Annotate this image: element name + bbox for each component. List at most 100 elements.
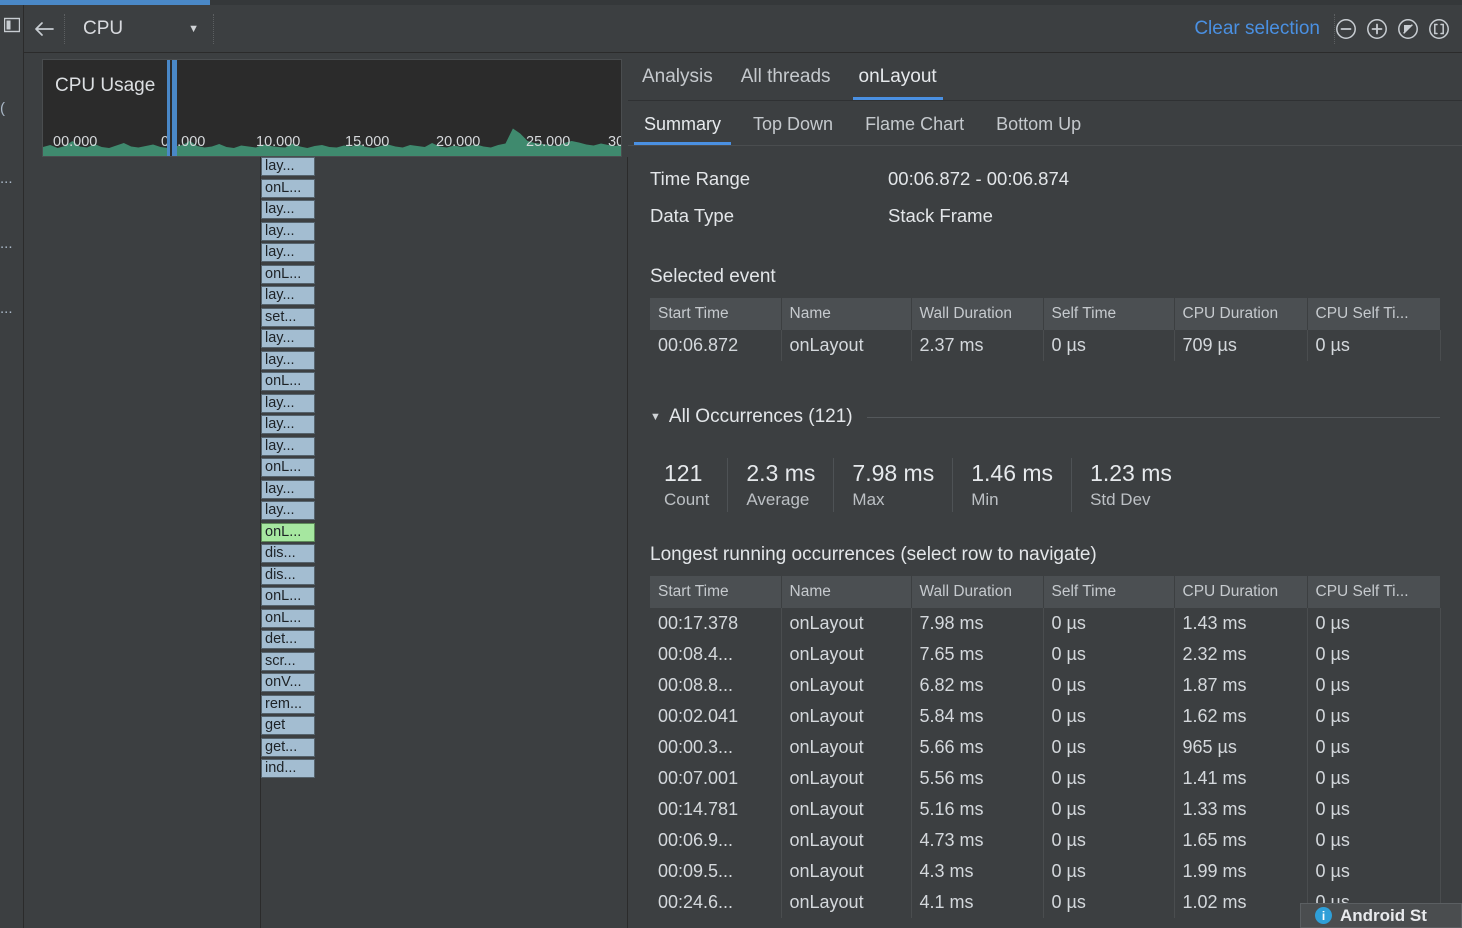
column-header[interactable]: Start Time	[650, 576, 782, 608]
stack-frame[interactable]: scr...	[261, 651, 315, 671]
selected-event-table[interactable]: Start Time Name Wall Duration Self Time CPU …	[650, 298, 1441, 361]
timeline-selection-marker[interactable]	[167, 60, 177, 156]
column-header[interactable]: Wall Duration	[911, 298, 1044, 330]
column-header[interactable]: Self Time	[1043, 576, 1175, 608]
left-tool-rail[interactable]: ) ... ... ...	[0, 5, 24, 928]
stack-frame[interactable]: get...	[261, 737, 315, 757]
stack-frame[interactable]: lay...	[261, 415, 315, 434]
stack-frame[interactable]: set...	[261, 307, 315, 327]
profiler-type-value: CPU	[83, 17, 124, 39]
stack-frame[interactable]: onL...	[261, 264, 315, 284]
reset-zoom-icon[interactable]	[1397, 18, 1419, 40]
summary-body: Time Range 00:06.872 - 00:06.874 Data Ty…	[628, 146, 1462, 928]
table-row[interactable]: 00:17.378 onLayout 7.98 ms 0 µs 1.43 ms 0 µs	[650, 608, 1441, 639]
tab-onlayout[interactable]: onLayout	[845, 66, 951, 100]
table-row[interactable]: 00:09.5... onLayout 4.3 ms 0 µs 1.99 ms 0 µs	[650, 856, 1441, 887]
stack-frame[interactable]: dis...	[261, 544, 315, 563]
table-row[interactable]: 00:14.781 onLayout 5.16 ms 0 µs 1.33 ms 0 µs	[650, 794, 1441, 825]
stack-frame[interactable]: ind...	[261, 759, 315, 778]
stack-frame-selected[interactable]: onL...	[261, 522, 315, 542]
column-header[interactable]: CPU Duration	[1174, 298, 1308, 330]
table-cell: 5.84 ms	[911, 701, 1044, 732]
stack-frame[interactable]: det...	[261, 630, 315, 649]
primary-tab-bar: Analysis All threads onLayout	[628, 53, 1462, 101]
stack-frame[interactable]: lay...	[261, 286, 315, 305]
longest-running-table[interactable]: Start Time Name Wall Duration Self Time CPU …	[650, 576, 1441, 918]
fit-selection-icon[interactable]	[1428, 18, 1450, 40]
column-header[interactable]: CPU Duration	[1174, 576, 1308, 608]
stack-frame[interactable]: lay...	[261, 501, 315, 520]
analysis-panel: Analysis All threads onLayout Summary To…	[628, 53, 1462, 928]
table-row[interactable]: 00:00.3... onLayout 5.66 ms 0 µs 965 µs 0 µs	[650, 732, 1441, 763]
stack-frame[interactable]: rem...	[261, 694, 315, 714]
tab-flame-chart[interactable]: Flame Chart	[849, 114, 980, 145]
column-header[interactable]: Self Time	[1043, 298, 1175, 330]
tab-bottom-up[interactable]: Bottom Up	[980, 114, 1097, 145]
stack-frame[interactable]: lay...	[261, 393, 315, 413]
table-cell: 965 µs	[1174, 732, 1308, 763]
table-cell: 0 µs	[1307, 763, 1441, 794]
clear-selection-button[interactable]: Clear selection	[1180, 18, 1334, 40]
stack-frame[interactable]: lay...	[261, 350, 315, 370]
stack-frame[interactable]: lay...	[261, 157, 315, 176]
all-occurrences-header[interactable]: ▼ All Occurrences (121)	[650, 406, 1440, 428]
rail-clipped-text-3: ...	[0, 300, 13, 317]
column-header[interactable]: Name	[781, 576, 912, 608]
table-cell: 1.33 ms	[1174, 794, 1308, 825]
table-cell: 0 µs	[1043, 794, 1175, 825]
cpu-usage-chart[interactable]: CPU Usage 00.000 05.000 10.000 15.000 20…	[42, 59, 622, 157]
stack-frame[interactable]: onL...	[261, 178, 315, 198]
table-row[interactable]: 00:08.8... onLayout 6.82 ms 0 µs 1.87 ms 0 µs	[650, 670, 1441, 701]
back-button[interactable]	[24, 5, 64, 53]
table-row[interactable]: 00:08.4... onLayout 7.65 ms 0 µs 2.32 ms 0 µs	[650, 639, 1441, 670]
axis-tick-6: 30	[608, 134, 621, 150]
table-row[interactable]: 00:06.9... onLayout 4.73 ms 0 µs 1.65 ms 0 µs	[650, 825, 1441, 856]
stack-frame[interactable]: dis...	[261, 565, 315, 585]
table-row[interactable]: 00:07.001 onLayout 5.56 ms 0 µs 1.41 ms 0 µs	[650, 763, 1441, 794]
stack-frame[interactable]: onV...	[261, 673, 315, 692]
column-header[interactable]: CPU Self Ti...	[1307, 298, 1441, 330]
axis-tick-4: 20.000	[436, 134, 481, 150]
notification-popup[interactable]: i Android St	[1300, 903, 1462, 928]
stack-frame[interactable]: lay...	[261, 221, 315, 241]
tab-all-threads[interactable]: All threads	[727, 66, 845, 100]
column-header[interactable]: Wall Duration	[911, 576, 1044, 608]
stack-frame[interactable]: onL...	[261, 458, 315, 477]
table-row[interactable]: 00:06.872 onLayout 2.37 ms 0 µs 709 µs 0 µs	[650, 330, 1441, 361]
stack-frame[interactable]: lay...	[261, 329, 315, 348]
table-header-row: Start Time Name Wall Duration Self Time CPU …	[650, 298, 1441, 330]
stack-frame-list[interactable]: lay... onL... lay... lay... lay... onL... lay.…	[261, 157, 315, 781]
zoom-out-icon[interactable]	[1335, 18, 1357, 40]
table-row[interactable]: 00:02.041 onLayout 5.84 ms 0 µs 1.62 ms 0 µs	[650, 701, 1441, 732]
toggle-panel-icon[interactable]	[3, 16, 21, 34]
zoom-in-icon[interactable]	[1366, 18, 1388, 40]
table-cell: onLayout	[781, 608, 912, 639]
collapse-triangle-icon[interactable]: ▼	[650, 411, 661, 423]
tab-top-down[interactable]: Top Down	[737, 114, 849, 145]
thread-stack-area[interactable]: lay... onL... lay... lay... lay... onL... lay.…	[24, 157, 628, 928]
stack-frame[interactable]: onL...	[261, 608, 315, 628]
tab-analysis[interactable]: Analysis	[628, 66, 727, 100]
table-cell: 0 µs	[1043, 608, 1175, 639]
stack-frame[interactable]: onL...	[261, 372, 315, 391]
stack-frame[interactable]: lay...	[261, 200, 315, 219]
column-header[interactable]: Start Time	[650, 298, 782, 330]
column-header[interactable]: Name	[781, 298, 912, 330]
table-cell: 1.62 ms	[1174, 701, 1308, 732]
table-cell: 0 µs	[1307, 856, 1441, 887]
stat-label: Count	[664, 490, 710, 509]
stat-count: 121 Count	[646, 458, 727, 512]
section-rule	[866, 416, 1440, 418]
profiler-type-dropdown[interactable]: CPU ▼	[65, 5, 213, 53]
column-header[interactable]: CPU Self Ti...	[1307, 576, 1441, 608]
stack-frame[interactable]: lay...	[261, 479, 315, 499]
tab-summary[interactable]: Summary	[628, 114, 737, 145]
stack-frame[interactable]: onL...	[261, 587, 315, 606]
stack-frame[interactable]: get	[261, 716, 315, 735]
table-cell: 0 µs	[1043, 887, 1175, 918]
occurrence-stats: 121 Count 2.3 ms Average 7.98 ms Max 1.46 ms Mi…	[646, 458, 1190, 512]
rail-clipped-text-1: ...	[0, 170, 13, 187]
stack-frame[interactable]: lay...	[261, 436, 315, 456]
table-cell: onLayout	[781, 670, 912, 701]
stack-frame[interactable]: lay...	[261, 243, 315, 262]
